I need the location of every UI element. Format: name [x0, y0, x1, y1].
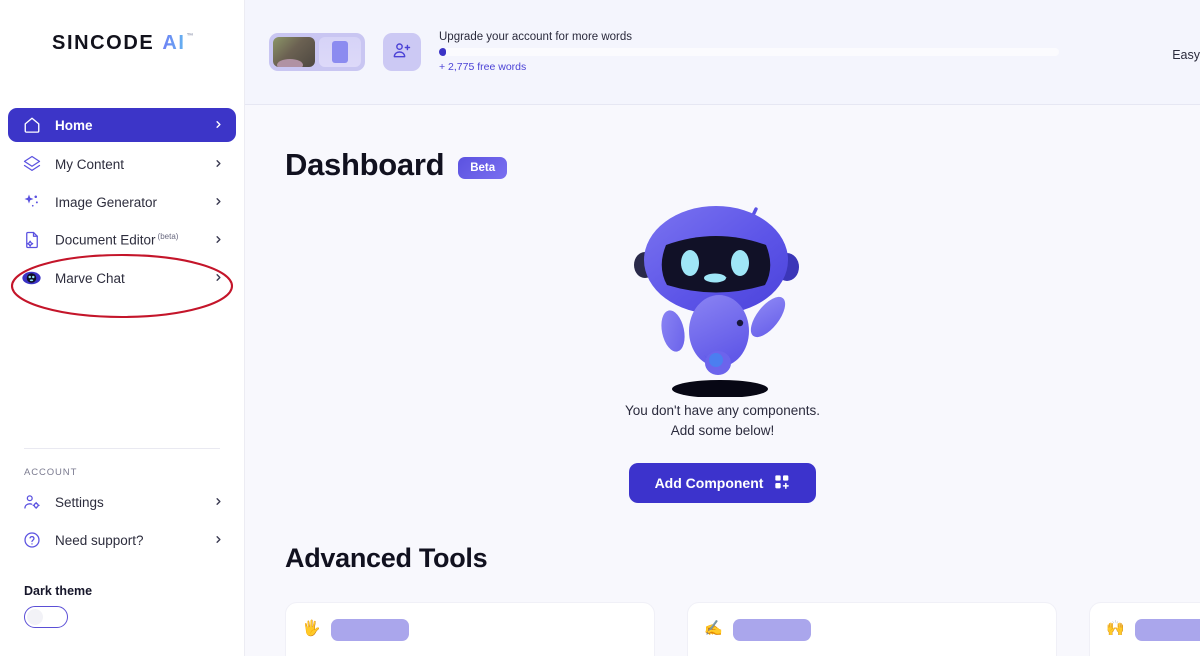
chevron-right-icon — [213, 196, 224, 209]
add-person-icon — [392, 40, 412, 65]
sidebar-item-label: Settings — [55, 494, 104, 510]
topbar: Upgrade your account for more words + 2,… — [245, 0, 1200, 105]
logo-text-sincode: SINCODE — [52, 31, 155, 54]
tool-card[interactable]: 🖐 — [285, 602, 655, 656]
add-component-button[interactable]: Add Component — [628, 463, 817, 503]
add-person-button[interactable] — [383, 33, 421, 71]
sidebar-item-label: Image Generator — [55, 194, 158, 210]
empty-state: You don't have any components. Add some … — [245, 197, 1200, 503]
sidebar: SINCODE AI ™ Home My Content Image Gener… — [0, 0, 245, 656]
home-icon — [22, 116, 41, 135]
main-area: Upgrade your account for more words + 2,… — [245, 0, 1200, 656]
raised-hands-icon: 🙌 — [1106, 620, 1125, 637]
dark-theme-toggle[interactable] — [24, 606, 68, 628]
status-badge: Beta — [458, 156, 508, 179]
sidebar-nav: Home My Content Image Generator Document… — [0, 108, 244, 300]
sidebar-account-nav: Settings Need support? — [0, 486, 244, 562]
sparkles-icon — [22, 193, 41, 212]
easy-label: Easy — [1172, 48, 1200, 62]
tool-card[interactable]: ✍ — [687, 602, 1057, 656]
upgrade-title: Upgrade your account for more words — [439, 31, 633, 43]
account-section-heading: ACCOUNT — [24, 467, 78, 478]
sidebar-item-label: Home — [55, 117, 93, 133]
chevron-right-icon — [213, 119, 224, 132]
chevron-right-icon — [213, 496, 224, 509]
grid-plus-icon — [774, 474, 790, 493]
marve-eye-icon — [22, 269, 41, 288]
sidebar-item-label: My Content — [55, 156, 125, 172]
app-root: SINCODE AI ™ Home My Content Image Gener… — [0, 0, 1200, 656]
document-icon — [22, 231, 41, 250]
dashboard-content: Dashboard Beta You don't have any compon… — [245, 105, 1200, 656]
sidebar-item-label: Marve Chat — [55, 270, 125, 286]
chevron-right-icon — [213, 158, 224, 171]
words-progress-fill — [439, 48, 446, 56]
sidebar-item-beta-sup: (beta) — [157, 232, 179, 242]
sidebar-item-image-generator[interactable]: Image Generator — [8, 186, 236, 218]
dark-theme-label: Dark theme — [24, 584, 93, 598]
avatar-secondary — [319, 37, 361, 67]
empty-state-line-1: You don't have any components. — [625, 403, 820, 418]
free-words-label: + 2,775 free words — [439, 61, 527, 73]
chevron-right-icon — [213, 272, 224, 285]
writing-hand-icon: ✍ — [704, 620, 723, 637]
logo-text-ai: AI — [162, 31, 186, 54]
layers-icon — [22, 155, 41, 174]
avatar — [273, 37, 315, 67]
page-title: Dashboard — [285, 147, 445, 182]
words-progress-bar — [439, 48, 1059, 56]
question-circle-icon — [22, 531, 41, 550]
empty-state-line-2: Add some below! — [670, 423, 775, 438]
chevron-right-icon — [213, 534, 224, 547]
sidebar-item-marve-chat[interactable]: Marve Chat — [8, 262, 236, 294]
robot-mascot-illustration — [633, 206, 799, 397]
advanced-tools-card-list: 🖐 ✍ 🙌 — [245, 574, 1200, 656]
tool-card-title-placeholder — [1134, 619, 1200, 641]
user-gear-icon — [22, 493, 41, 512]
app-logo[interactable]: SINCODE AI ™ — [0, 0, 244, 86]
upgrade-account-block[interactable]: Upgrade your account for more words + 2,… — [439, 31, 1059, 73]
logo-trademark: ™ — [186, 32, 194, 40]
tool-card-title-placeholder — [732, 619, 811, 641]
advanced-tools-title: Advanced Tools — [285, 543, 488, 573]
sidebar-item-my-content[interactable]: My Content — [8, 148, 236, 180]
page-title-row: Dashboard Beta — [245, 105, 1200, 183]
sidebar-item-settings[interactable]: Settings — [8, 486, 236, 518]
chevron-right-icon — [213, 234, 224, 247]
add-component-label: Add Component — [654, 475, 764, 491]
tool-card-title-placeholder — [330, 619, 409, 641]
sidebar-item-label: Need support? — [55, 532, 144, 548]
sidebar-item-document-editor[interactable]: Document Editor (beta) — [8, 224, 236, 256]
tool-card[interactable]: 🙌 — [1089, 602, 1200, 656]
sidebar-item-home[interactable]: Home — [8, 108, 236, 142]
sidebar-gap-2 — [0, 562, 244, 584]
avatar-switcher[interactable] — [269, 33, 365, 71]
sidebar-item-label: Document Editor (beta) — [55, 232, 199, 248]
hand-icon: 🖐 — [302, 620, 321, 637]
empty-state-text: You don't have any components. Add some … — [625, 401, 820, 441]
dark-theme-section: Dark theme — [0, 584, 244, 628]
sidebar-item-label-text: Document Editor — [55, 232, 156, 248]
sidebar-item-need-support[interactable]: Need support? — [8, 524, 236, 556]
